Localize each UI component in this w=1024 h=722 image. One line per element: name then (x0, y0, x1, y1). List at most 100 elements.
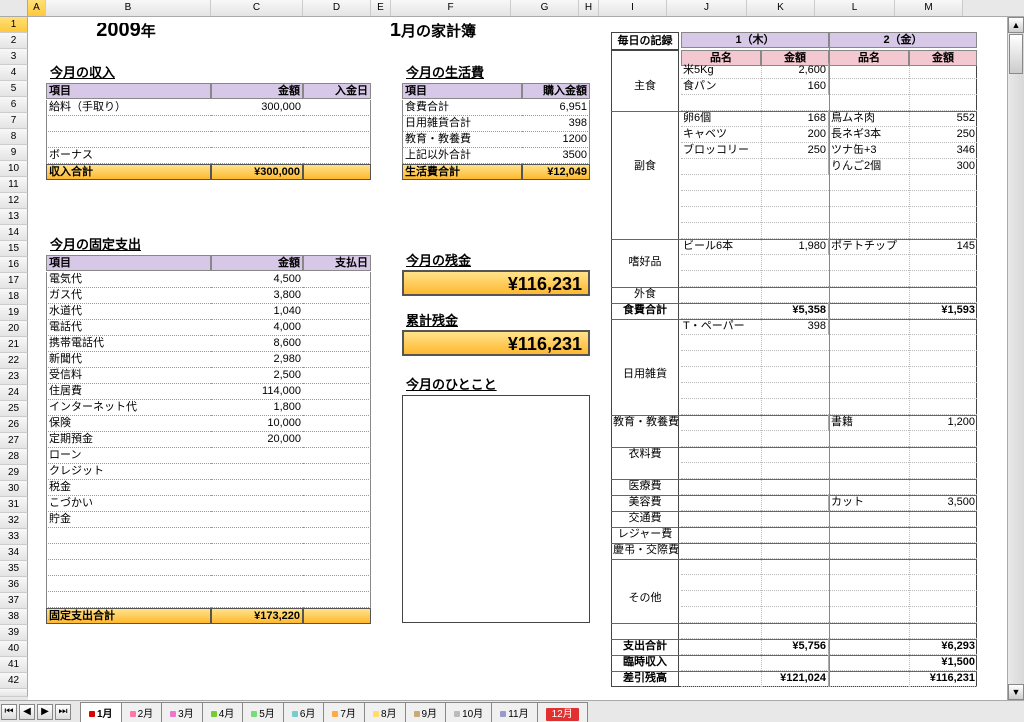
fixed-row-date[interactable] (303, 320, 371, 336)
daily-amt2[interactable]: 552 (909, 111, 977, 127)
daily-name1[interactable] (681, 671, 761, 687)
daily-amt2[interactable] (909, 79, 977, 95)
fixed-row-amount[interactable] (211, 528, 303, 544)
fixed-row-date[interactable] (303, 496, 371, 512)
daily-amt1[interactable]: 2,600 (761, 63, 829, 79)
row-header-23[interactable]: 23 (0, 369, 28, 385)
row-header-37[interactable]: 37 (0, 593, 28, 609)
row-header-42[interactable]: 42 (0, 673, 28, 689)
daily-name1[interactable]: ブロッコリー (681, 143, 761, 159)
daily-amt2[interactable]: ¥6,293 (909, 639, 977, 655)
fixed-row-amount[interactable]: 3,800 (211, 288, 303, 304)
scroll-down-button[interactable]: ▼ (1008, 684, 1024, 700)
fixed-row-label[interactable]: 住居費 (46, 384, 211, 400)
col-header-I[interactable]: I (599, 0, 667, 16)
fixed-row-label[interactable]: インターネット代 (46, 400, 211, 416)
scroll-thumb[interactable] (1009, 34, 1023, 74)
sheet-tab-4月[interactable]: 4月 (202, 702, 244, 722)
daily-amt1[interactable]: ¥5,756 (761, 639, 829, 655)
row-header-39[interactable]: 39 (0, 625, 28, 641)
row-header-24[interactable]: 24 (0, 385, 28, 401)
fixed-row-date[interactable] (303, 448, 371, 464)
daily-name1[interactable] (681, 495, 761, 511)
fixed-row-date[interactable] (303, 304, 371, 320)
sheet-tab-10月[interactable]: 10月 (445, 702, 492, 722)
row-header-27[interactable]: 27 (0, 433, 28, 449)
income-row-label[interactable]: 給料（手取り） (46, 100, 211, 116)
fixed-row-label[interactable] (46, 560, 211, 576)
row-header-33[interactable]: 33 (0, 529, 28, 545)
select-all-cell[interactable] (0, 0, 28, 16)
fixed-row-date[interactable] (303, 272, 371, 288)
col-header-L[interactable]: L (815, 0, 895, 16)
income-row-date[interactable] (303, 116, 371, 132)
daily-amt2[interactable]: 3,500 (909, 495, 977, 511)
daily-name1[interactable] (681, 415, 761, 431)
fixed-row-label[interactable]: 新聞代 (46, 352, 211, 368)
row-header-30[interactable]: 30 (0, 481, 28, 497)
income-row-amount[interactable] (211, 148, 303, 164)
fixed-row-date[interactable] (303, 576, 371, 592)
income-row-label[interactable] (46, 132, 211, 148)
income-row-date[interactable] (303, 132, 371, 148)
row-header-14[interactable]: 14 (0, 225, 28, 241)
fixed-row-amount[interactable]: 2,500 (211, 368, 303, 384)
daily-name2[interactable] (829, 671, 909, 687)
fixed-row-label[interactable]: 電話代 (46, 320, 211, 336)
sheet-tab-3月[interactable]: 3月 (161, 702, 203, 722)
daily-amt2[interactable]: ¥1,500 (909, 655, 977, 671)
fixed-row-amount[interactable] (211, 448, 303, 464)
daily-name1[interactable]: 米5Kg (681, 63, 761, 79)
row-header-5[interactable]: 5 (0, 81, 28, 97)
row-header-31[interactable]: 31 (0, 497, 28, 513)
daily-name1[interactable] (681, 159, 761, 175)
col-header-E[interactable]: E (371, 0, 391, 16)
daily-amt2[interactable]: 346 (909, 143, 977, 159)
fixed-row-date[interactable] (303, 336, 371, 352)
daily-name1[interactable] (681, 655, 761, 671)
fixed-row-amount[interactable]: 1,040 (211, 304, 303, 320)
row-header-1[interactable]: 1 (0, 17, 28, 33)
daily-name2[interactable]: 長ネギ3本 (829, 127, 909, 143)
living-row-amount[interactable]: 3500 (522, 148, 590, 164)
fixed-row-label[interactable]: 税金 (46, 480, 211, 496)
daily-amt1[interactable]: 398 (761, 319, 829, 335)
fixed-row-date[interactable] (303, 480, 371, 496)
daily-amt1[interactable]: ¥121,024 (761, 671, 829, 687)
row-header-11[interactable]: 11 (0, 177, 28, 193)
fixed-row-label[interactable]: 水道代 (46, 304, 211, 320)
tab-nav-next[interactable]: ▶ (37, 704, 53, 720)
daily-amt1[interactable]: 168 (761, 111, 829, 127)
sheet-tab-12月[interactable]: 12月 (537, 702, 588, 722)
living-row-amount[interactable]: 398 (522, 116, 590, 132)
fixed-row-date[interactable] (303, 384, 371, 400)
row-header-12[interactable]: 12 (0, 193, 28, 209)
daily-amt2[interactable]: ¥116,231 (909, 671, 977, 687)
sheet-tab-5月[interactable]: 5月 (242, 702, 284, 722)
daily-name2[interactable]: りんご2個 (829, 159, 909, 175)
daily-name2[interactable]: ツナ缶+3 (829, 143, 909, 159)
vertical-scrollbar[interactable]: ▲ ▼ (1007, 17, 1024, 700)
living-row-amount[interactable]: 6,951 (522, 100, 590, 116)
fixed-row-date[interactable] (303, 560, 371, 576)
fixed-row-amount[interactable] (211, 496, 303, 512)
fixed-row-amount[interactable]: 114,000 (211, 384, 303, 400)
col-header-D[interactable]: D (303, 0, 371, 16)
daily-amt1[interactable]: 1,980 (761, 239, 829, 255)
daily-amt1[interactable] (761, 159, 829, 175)
fixed-row-label[interactable]: 貯金 (46, 512, 211, 528)
col-header-A[interactable]: A (28, 0, 46, 16)
fixed-row-label[interactable]: 受信料 (46, 368, 211, 384)
fixed-row-label[interactable]: クレジット (46, 464, 211, 480)
income-row-label[interactable]: ボーナス (46, 148, 211, 164)
fixed-row-label[interactable] (46, 528, 211, 544)
row-header-40[interactable]: 40 (0, 641, 28, 657)
tab-nav-first[interactable]: ⏮ (1, 704, 17, 720)
fixed-row-amount[interactable]: 20,000 (211, 432, 303, 448)
row-header-19[interactable]: 19 (0, 305, 28, 321)
fixed-row-label[interactable]: 定期預金 (46, 432, 211, 448)
daily-name2[interactable] (829, 63, 909, 79)
daily-amt2[interactable]: ¥1,593 (909, 303, 977, 319)
scroll-up-button[interactable]: ▲ (1008, 17, 1024, 33)
living-row-label[interactable]: 教育・教養費 (402, 132, 522, 148)
